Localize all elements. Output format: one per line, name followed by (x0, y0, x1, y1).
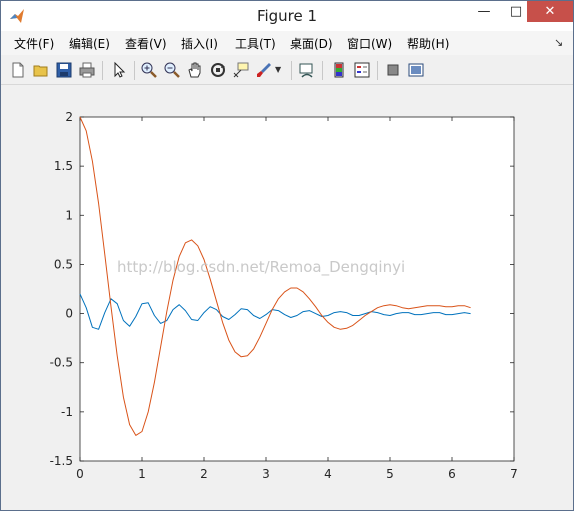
x-tick-label: 5 (386, 467, 394, 481)
save-icon[interactable] (55, 61, 73, 79)
x-tick-label: 7 (510, 467, 518, 481)
y-tick-label: 1.5 (54, 159, 73, 173)
pan-icon[interactable] (186, 61, 204, 79)
open-file-icon[interactable] (32, 61, 50, 79)
legend-icon[interactable] (353, 61, 371, 79)
zoom-in-icon[interactable] (140, 61, 158, 79)
print-icon[interactable] (78, 61, 96, 79)
brush-icon[interactable] (255, 61, 273, 79)
menu-edit[interactable]: 编辑(E) (69, 35, 110, 52)
x-tick-label: 1 (138, 467, 146, 481)
y-tick-label: 1 (65, 208, 73, 222)
y-tick-label: -0.5 (50, 356, 73, 370)
rotate-3d-icon[interactable] (209, 61, 227, 79)
close-button[interactable]: ✕ (527, 1, 573, 22)
y-tick-label: -1.5 (50, 454, 73, 468)
title-bar[interactable]: Figure 1 — □ ✕ (1, 1, 573, 31)
toolbar-separator (134, 61, 135, 80)
menu-window[interactable]: 窗口(W) (347, 35, 392, 52)
link-plot-icon[interactable] (298, 61, 316, 79)
minimize-button[interactable]: — (469, 1, 499, 22)
menu-bar: 文件(F) 编辑(E) 查看(V) 插入(I) 工具(T) 桌面(D) 窗口(W… (1, 31, 573, 55)
y-tick-label: 0.5 (54, 257, 73, 271)
menu-view[interactable]: 查看(V) (125, 35, 167, 52)
y-tick-label: 2 (65, 110, 73, 124)
y-tick-label: -1 (61, 405, 73, 419)
toolbar-separator (377, 61, 378, 80)
toolbar: ▼ (1, 57, 573, 85)
menu-tools[interactable]: 工具(T) (235, 35, 276, 52)
plot-canvas[interactable]: 0 1 2 3 4 5 6 7 -1.5 -1 -0.5 0 0.5 1 1.5 2 http://blog.… (7, 85, 567, 505)
x-tick-label: 0 (76, 467, 84, 481)
x-tick-label: 3 (262, 467, 270, 481)
colorbar-icon[interactable] (330, 61, 348, 79)
toolbar-separator (322, 61, 323, 80)
x-tick-label: 4 (324, 467, 332, 481)
x-tick-label: 6 (448, 467, 456, 481)
menu-dock-arrow-icon[interactable]: ↘ (554, 36, 563, 49)
x-tick-label: 2 (200, 467, 208, 481)
new-figure-icon[interactable] (9, 61, 27, 79)
menu-insert[interactable]: 插入(I) (181, 35, 218, 52)
hide-plot-tools-icon[interactable] (384, 61, 402, 79)
menu-file[interactable]: 文件(F) (14, 35, 54, 52)
brush-dropdown-arrow-icon[interactable]: ▼ (275, 61, 283, 79)
menu-help[interactable]: 帮助(H) (407, 35, 449, 52)
figure-window: Figure 1 — □ ✕ 文件(F) 编辑(E) 查看(V) 插入(I) 工… (0, 0, 574, 511)
figure-area: 0 1 2 3 4 5 6 7 -1.5 -1 -0.5 0 0.5 1 1.5 2 http://blog.… (7, 85, 567, 505)
show-plot-tools-icon[interactable] (407, 61, 425, 79)
data-cursor-icon[interactable] (232, 61, 250, 79)
menu-desktop[interactable]: 桌面(D) (290, 35, 333, 52)
pointer-icon[interactable] (110, 61, 128, 79)
watermark-text: http://blog.csdn.net/Remoa_Dengqinyi (117, 258, 405, 277)
toolbar-separator (102, 61, 103, 80)
toolbar-separator (291, 61, 292, 80)
axes-box (79, 116, 515, 462)
y-tick-label: 0 (65, 307, 73, 321)
zoom-out-icon[interactable] (163, 61, 181, 79)
